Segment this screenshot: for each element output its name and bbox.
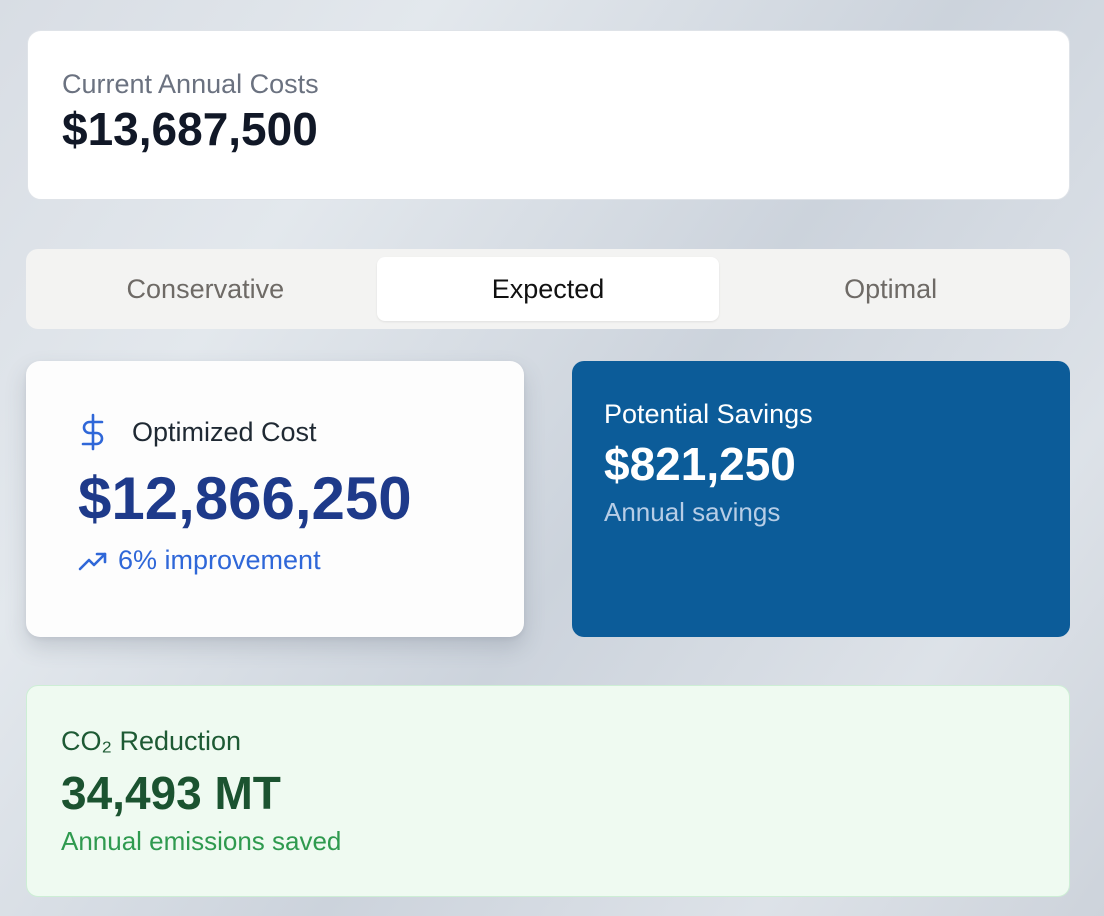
potential-savings-card: Potential Savings $821,250 Annual saving… (572, 361, 1070, 637)
optimized-cost-card: Optimized Cost $12,866,250 6% improvemen… (26, 361, 524, 637)
co2-reduction-subtext: Annual emissions saved (61, 826, 342, 856)
dollar-sign-icon (78, 411, 108, 453)
co2-reduction-card: CO₂ Reduction 34,493 MT Annual emissions… (26, 685, 1070, 897)
improvement-text: 6% improvement (118, 545, 321, 575)
tab-expected[interactable]: Expected (376, 257, 720, 321)
optimized-cost-value: $12,866,250 (78, 465, 412, 532)
tab-conservative[interactable]: Conservative (34, 257, 377, 321)
improvement-indicator: 6% improvement (78, 545, 490, 576)
co2-reduction-label: CO₂ Reduction (61, 726, 242, 756)
scenario-tabs: Conservative Expected Optimal (26, 249, 1070, 329)
current-annual-costs-label: Current Annual Costs (62, 69, 319, 99)
current-annual-costs-card: Current Annual Costs $13,687,500 (27, 30, 1070, 200)
potential-savings-value: $821,250 (604, 438, 796, 490)
co2-reduction-value: 34,493 MT (61, 767, 281, 819)
tab-optimal[interactable]: Optimal (719, 257, 1062, 321)
current-annual-costs-value: $13,687,500 (62, 103, 318, 155)
optimized-cost-header: Optimized Cost (78, 411, 490, 453)
trending-up-icon (78, 549, 108, 573)
potential-savings-label: Potential Savings (604, 399, 813, 429)
optimized-cost-label: Optimized Cost (132, 416, 317, 447)
potential-savings-subtext: Annual savings (604, 497, 781, 527)
